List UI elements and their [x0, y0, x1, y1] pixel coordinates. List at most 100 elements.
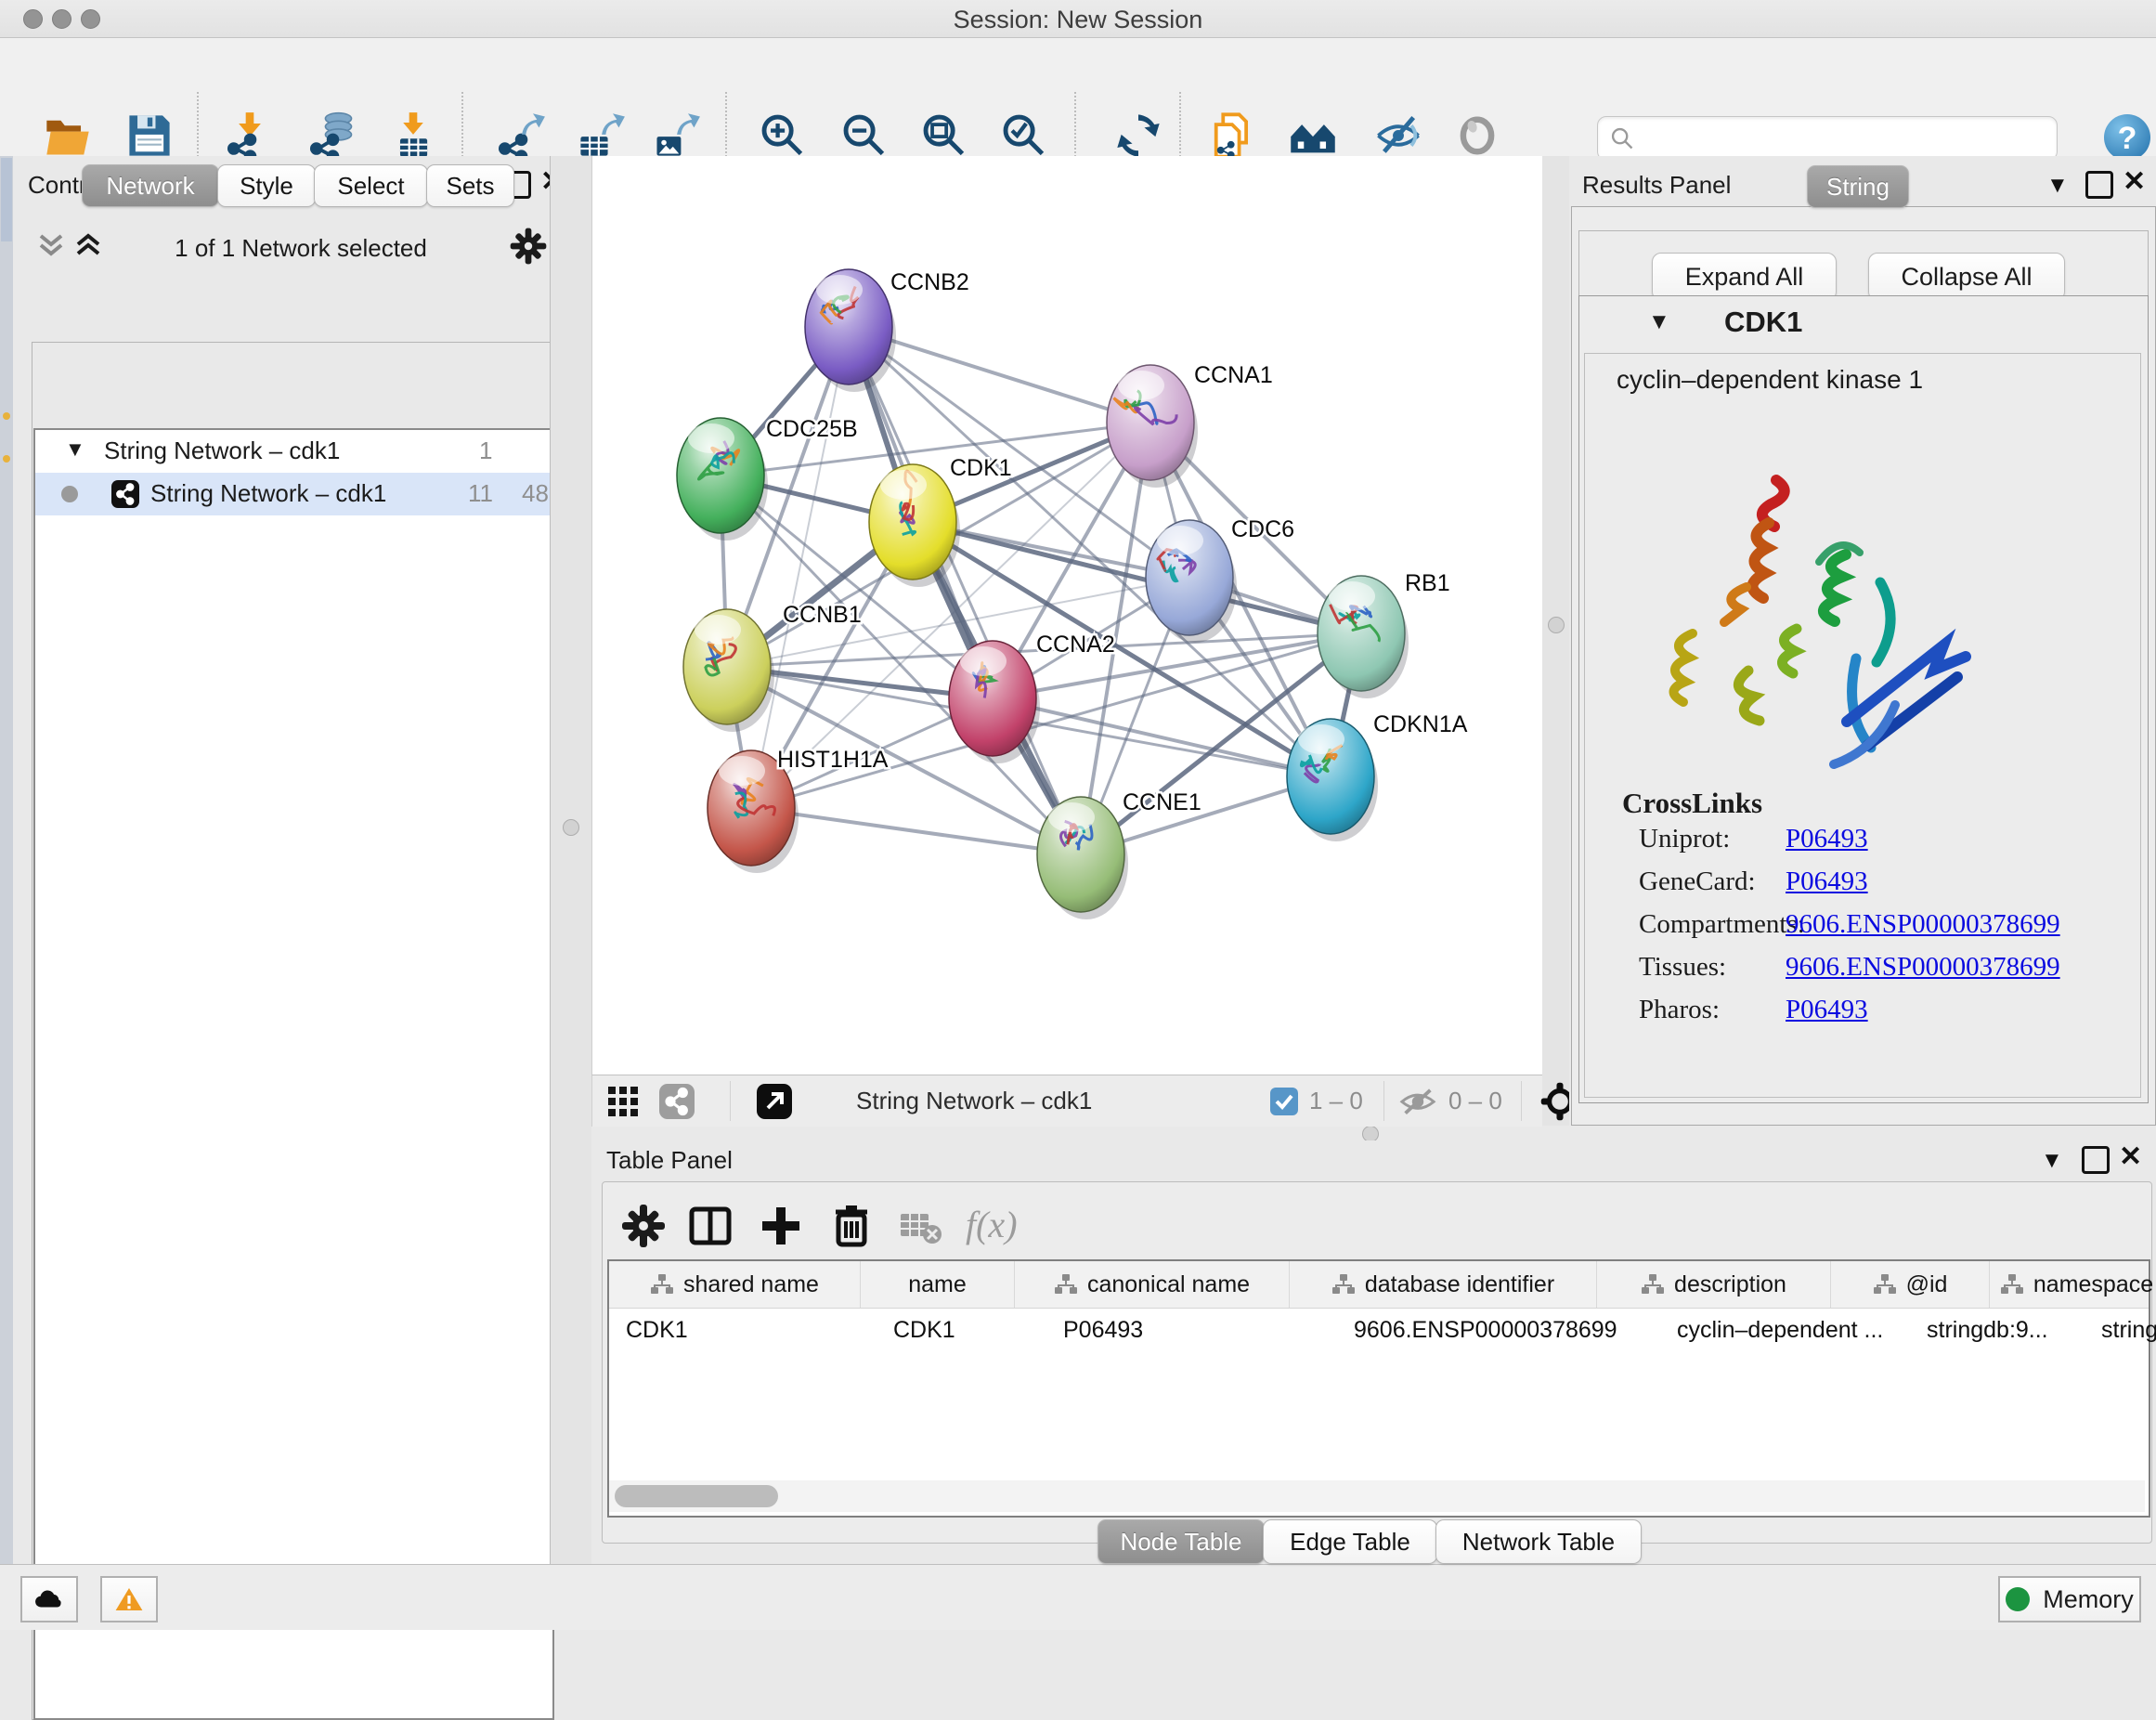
column-header-canonical-name[interactable]: canonical name — [1015, 1261, 1290, 1308]
crosslink-value[interactable]: P06493 — [1786, 824, 1868, 854]
crosslink-value[interactable]: P06493 — [1786, 995, 1868, 1025]
crosslink-value[interactable]: P06493 — [1786, 867, 1868, 897]
window-title: Session: New Session — [0, 6, 2156, 34]
close-panel-icon[interactable]: ✕ — [2123, 171, 2146, 193]
search-box[interactable] — [1597, 116, 2058, 161]
column-header-database-identifier[interactable]: database identifier — [1290, 1261, 1597, 1308]
cell-canonical-name[interactable]: P06493 — [1046, 1309, 1337, 1351]
scrollbar-thumb[interactable] — [615, 1485, 778, 1507]
svg-text:CCNE1: CCNE1 — [1123, 789, 1201, 815]
maximize-panel-icon[interactable] — [2082, 1146, 2110, 1174]
network-collection-row[interactable]: ▼ String Network – cdk1 1 — [35, 430, 552, 473]
splitter-control-network[interactable] — [550, 156, 593, 1564]
collection-count: 1 — [479, 437, 492, 465]
hide-graphics-icon[interactable] — [1373, 111, 1423, 161]
cloud-icon — [33, 1588, 65, 1610]
close-panel-icon[interactable]: ✕ — [2119, 1146, 2142, 1168]
maximize-panel-icon[interactable] — [2085, 171, 2113, 199]
open-in-window-icon[interactable] — [756, 1083, 793, 1120]
node-CCNB2[interactable] — [805, 269, 896, 392]
gear-icon[interactable] — [509, 227, 548, 266]
tab-style[interactable]: Style — [217, 164, 316, 207]
search-input[interactable] — [1641, 119, 2057, 158]
expand-top-icon[interactable] — [74, 232, 102, 262]
column-header-shared-name[interactable]: shared name — [609, 1261, 861, 1308]
show-hide-graphics-details-icon[interactable] — [1288, 111, 1338, 161]
open-session-icon[interactable] — [43, 111, 93, 161]
tab-select[interactable]: Select — [314, 164, 428, 207]
clone-network-icon[interactable] — [1207, 111, 1257, 161]
hidden-eye-icon[interactable] — [1398, 1087, 1437, 1116]
tab-network[interactable]: Network — [82, 164, 219, 207]
add-column-icon[interactable] — [758, 1203, 804, 1249]
delete-column-icon[interactable] — [828, 1203, 875, 1249]
column-header-name[interactable]: name — [861, 1261, 1015, 1308]
node-CDKN1A[interactable] — [1287, 719, 1378, 841]
splitter-handle[interactable] — [563, 819, 579, 836]
float-panel-icon[interactable]: ▼ — [2046, 173, 2069, 199]
tab-network-table[interactable]: Network Table — [1435, 1519, 1642, 1564]
node-CCNE1[interactable] — [1037, 797, 1128, 919]
zoom-selected-icon[interactable] — [999, 111, 1049, 161]
cell-shared-name[interactable]: CDK1 — [609, 1309, 877, 1351]
float-panel-icon[interactable]: ▼ — [2041, 1148, 2063, 1174]
help-button[interactable]: ? — [2103, 113, 2151, 162]
node-RB1[interactable] — [1318, 576, 1409, 698]
export-network-icon[interactable] — [496, 111, 546, 161]
cell--id[interactable]: stringdb:9... — [1910, 1309, 2085, 1351]
show-columns-icon[interactable] — [687, 1203, 734, 1249]
node-CCNA2[interactable] — [949, 641, 1040, 763]
tab-node-table[interactable]: Node Table — [1097, 1519, 1265, 1564]
cell-name[interactable]: CDK1 — [877, 1309, 1046, 1351]
node-CDK1[interactable] — [869, 464, 960, 587]
column-header-description[interactable]: description — [1597, 1261, 1831, 1308]
tab-string[interactable]: String — [1807, 165, 1909, 208]
collection-label: String Network – cdk1 — [104, 437, 340, 465]
node-CCNA1[interactable] — [1107, 365, 1198, 488]
splitter-network-table[interactable] — [591, 1126, 2156, 1140]
expand-all-button[interactable]: Expand All — [1652, 253, 1837, 301]
network-view[interactable]: CCNB2CCNA1CDC25BCDK1CDC6RB1CCNB1CCNA2CDK… — [591, 156, 1542, 1075]
import-network-database-icon[interactable] — [307, 111, 357, 161]
cloud-button[interactable] — [20, 1576, 78, 1622]
tree-expand-icon[interactable]: ▼ — [65, 437, 85, 462]
cell-description[interactable]: cyclin–dependent ... — [1660, 1309, 1910, 1351]
network-status-dot — [61, 486, 78, 502]
node-CDC6[interactable] — [1146, 520, 1237, 643]
cell-namespace[interactable]: stringdb — [2085, 1309, 2156, 1351]
zoom-out-icon[interactable] — [839, 111, 890, 161]
refresh-view-icon[interactable] — [1113, 111, 1163, 161]
table-row[interactable]: CDK1CDK1P064939606.ENSP00000378699cyclin… — [609, 1309, 2149, 1351]
crosslink-value[interactable]: 9606.ENSP00000378699 — [1786, 909, 2060, 940]
column-header-namespace[interactable]: namespace — [1990, 1261, 2156, 1308]
tab-sets[interactable]: Sets — [426, 164, 514, 207]
warning-button[interactable] — [100, 1576, 158, 1622]
network-row-selected[interactable]: String Network – cdk1 11 48 — [35, 473, 552, 515]
selected-checkbox[interactable] — [1270, 1088, 1298, 1115]
splitter-network-results[interactable] — [1541, 156, 1571, 1126]
memory-button[interactable]: Memory — [1998, 1576, 2141, 1622]
table-hscrollbar[interactable] — [609, 1480, 2145, 1512]
string-network-icon[interactable] — [659, 1084, 695, 1119]
splitter-handle[interactable] — [1548, 617, 1565, 633]
node-CCNB1[interactable] — [683, 609, 774, 732]
export-table-icon[interactable] — [576, 111, 626, 161]
column-header--id[interactable]: @id — [1831, 1261, 1990, 1308]
crosslink-value[interactable]: 9606.ENSP00000378699 — [1786, 952, 2060, 983]
collapse-all-button[interactable]: Collapse All — [1868, 253, 2065, 301]
section-collapse-icon[interactable]: ▼ — [1648, 309, 1670, 335]
zoom-in-icon[interactable] — [758, 111, 808, 161]
grid-view-icon[interactable] — [607, 1086, 639, 1117]
table-gear-icon[interactable] — [620, 1203, 667, 1249]
save-session-icon[interactable] — [124, 111, 175, 161]
export-image-icon[interactable] — [651, 111, 701, 161]
import-table-file-icon[interactable] — [388, 111, 438, 161]
cell-database-identifier[interactable]: 9606.ENSP00000378699 — [1337, 1309, 1660, 1351]
edge-count: 48 — [522, 479, 549, 508]
collapse-all-icon[interactable] — [37, 232, 65, 262]
memory-label: Memory — [2043, 1585, 2134, 1614]
import-network-file-icon[interactable] — [225, 111, 275, 161]
table-header-row: shared namename canonical name database … — [609, 1261, 2149, 1309]
zoom-fit-icon[interactable] — [919, 111, 969, 161]
tab-edge-table[interactable]: Edge Table — [1263, 1519, 1437, 1564]
